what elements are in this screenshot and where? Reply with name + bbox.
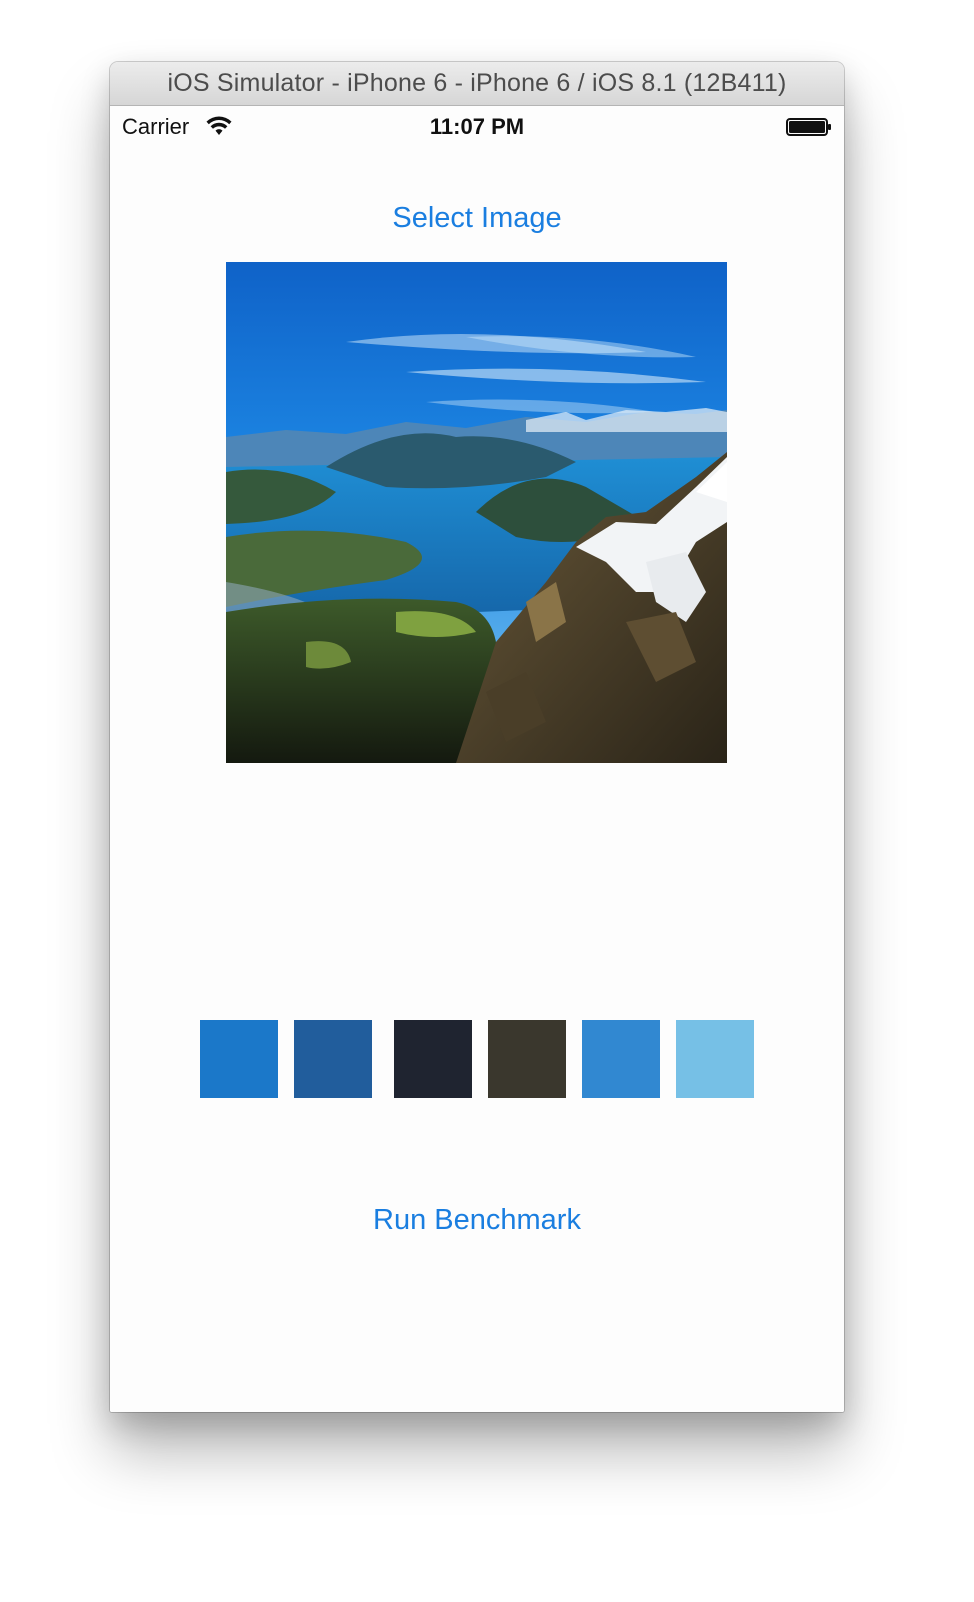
select-image-button[interactable]: Select Image bbox=[110, 202, 844, 235]
selected-image bbox=[226, 262, 727, 763]
window-titlebar[interactable]: iOS Simulator - iPhone 6 - iPhone 6 / iO… bbox=[110, 62, 844, 106]
status-bar: Carrier 11:07 PM bbox=[110, 106, 844, 146]
palette-swatch bbox=[394, 1020, 472, 1098]
window-title: iOS Simulator - iPhone 6 - iPhone 6 / iO… bbox=[167, 69, 787, 97]
status-time: 11:07 PM bbox=[429, 114, 525, 139]
simulator-window: iOS Simulator - iPhone 6 - iPhone 6 / iO… bbox=[110, 62, 844, 1412]
palette-swatch bbox=[294, 1020, 372, 1098]
run-benchmark-button[interactable]: Run Benchmark bbox=[110, 1204, 844, 1237]
battery-full-icon bbox=[786, 118, 831, 136]
color-palette bbox=[200, 1020, 760, 1098]
palette-swatch bbox=[582, 1020, 660, 1098]
palette-swatch bbox=[200, 1020, 278, 1098]
phone-screen: Carrier 11:07 PM Select Image Run Benchm… bbox=[110, 106, 844, 1412]
palette-swatch bbox=[488, 1020, 566, 1098]
palette-swatch bbox=[676, 1020, 754, 1098]
landscape-photo bbox=[226, 262, 727, 763]
